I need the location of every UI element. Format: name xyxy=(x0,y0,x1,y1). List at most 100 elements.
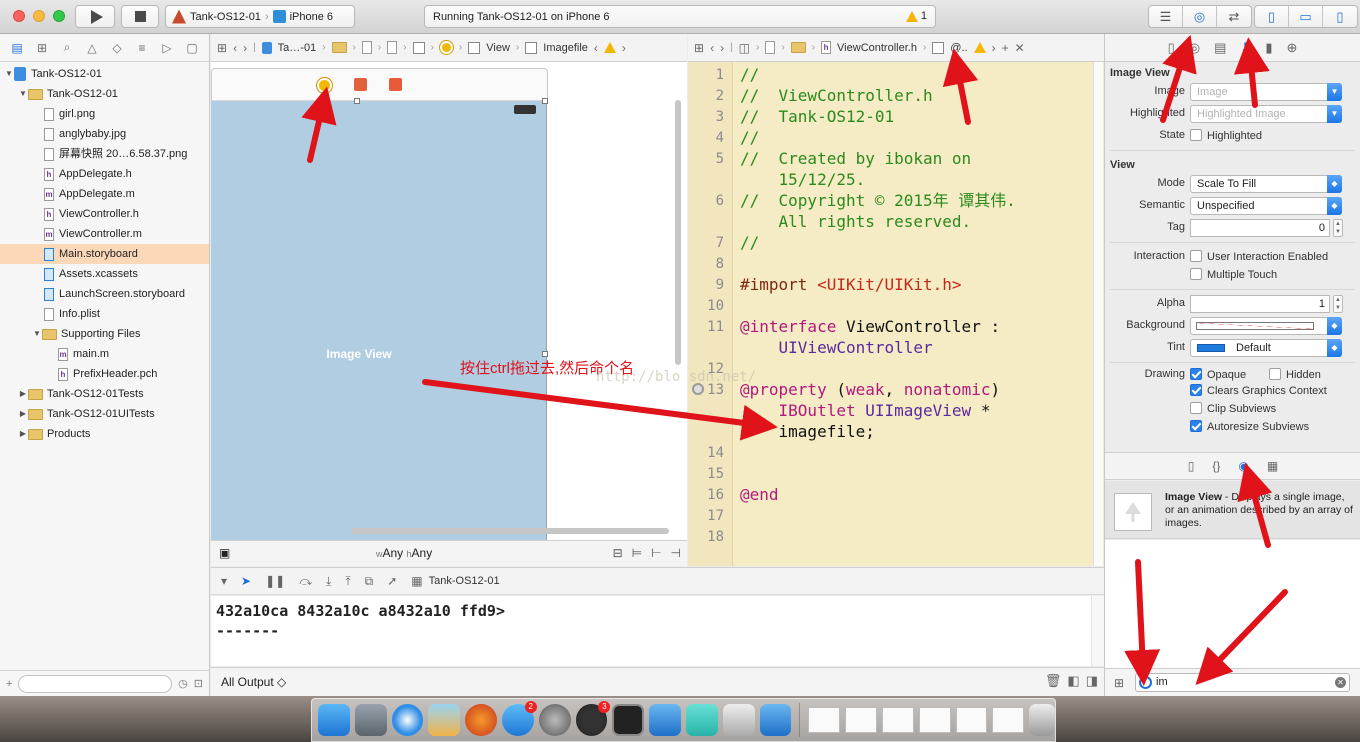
checkbox-icon[interactable] xyxy=(1269,368,1281,380)
multiple-touch-checkbox[interactable]: Multiple Touch xyxy=(1190,268,1277,281)
navigator-item[interactable]: ▼ Tank-OS12-01 xyxy=(0,84,209,104)
image-combobox[interactable]: Image ▼ xyxy=(1190,83,1342,101)
editor-scrollbar[interactable] xyxy=(1093,62,1103,566)
back-icon[interactable]: ‹ xyxy=(233,41,237,55)
opaque-checkbox[interactable]: Opaque xyxy=(1190,368,1246,381)
file-template-icon[interactable]: ▯ xyxy=(1188,459,1195,473)
alpha-field[interactable]: 1 xyxy=(1190,295,1330,313)
pin-icon[interactable]: ⊢ xyxy=(651,546,661,560)
state-highlighted-checkbox[interactable]: Highlighted xyxy=(1190,129,1262,142)
window-minimize-button[interactable] xyxy=(33,10,45,22)
assistant-editor-icon[interactable]: ◎ xyxy=(1183,6,1217,27)
attributes-inspector-icon[interactable]: ⬇ xyxy=(1240,40,1251,56)
navigator-item[interactable]: ▶ Tank-OS12-01Tests xyxy=(0,384,209,404)
recent-files-icon[interactable]: ◷ xyxy=(178,677,188,690)
checkbox-checked-icon[interactable] xyxy=(1190,368,1202,380)
minimized-window-icon[interactable] xyxy=(882,707,914,733)
canvas-vertical-scrollbar[interactable] xyxy=(675,100,681,365)
breakpoint-icon[interactable]: ▷ xyxy=(158,41,176,55)
breadcrumb-symbol[interactable]: @.. xyxy=(950,42,967,54)
add-icon[interactable]: + xyxy=(6,678,12,690)
navigator-item[interactable]: Info.plist xyxy=(0,304,209,324)
debug-toggle-icon[interactable]: ▭ xyxy=(1289,6,1323,27)
clip-subviews-checkbox[interactable]: Clip Subviews xyxy=(1190,402,1276,415)
add-editor-icon[interactable]: + xyxy=(1002,41,1009,55)
user-interaction-checkbox[interactable]: User Interaction Enabled xyxy=(1190,250,1328,263)
navigator-item[interactable]: anglybaby.jpg xyxy=(0,124,209,144)
resolve-issues-icon[interactable]: ⊣ xyxy=(671,546,681,560)
clears-graphics-checkbox[interactable]: Clears Graphics Context xyxy=(1190,384,1327,397)
outlet-connection-indicator[interactable] xyxy=(692,383,704,395)
utilities-toggle-icon[interactable]: ▯ xyxy=(1323,6,1357,27)
view-debugger-icon[interactable]: ⧉ xyxy=(365,574,374,589)
minimized-window-icon[interactable] xyxy=(808,707,841,733)
chevron-updown-icon[interactable]: ◆ xyxy=(1327,339,1342,357)
split-left-icon[interactable]: ◧ xyxy=(1067,673,1079,689)
back-icon[interactable]: ‹ xyxy=(710,41,714,55)
xcode-icon[interactable] xyxy=(649,704,681,736)
navigator-item[interactable]: m AppDelegate.m xyxy=(0,184,209,204)
qq-icon[interactable]: 3 xyxy=(575,701,611,736)
tag-field[interactable]: 0 xyxy=(1190,219,1330,237)
tint-color-well[interactable]: Default ◆ xyxy=(1190,339,1342,357)
chevron-updown-icon[interactable]: ◆ xyxy=(1327,175,1342,193)
quick-help-icon[interactable]: ◎ xyxy=(1189,40,1200,56)
image-view[interactable]: Image View xyxy=(211,98,548,540)
debug-target-label[interactable]: Tank-OS12-01 xyxy=(429,575,500,587)
tag-stepper[interactable]: ▲ ▼ xyxy=(1333,219,1343,237)
grid-view-icon[interactable]: ⊞ xyxy=(1114,676,1124,690)
view-controller-icon[interactable] xyxy=(317,78,332,93)
autoresize-checkbox[interactable]: Autoresize Subviews xyxy=(1190,420,1309,433)
navigator-toggle-icon[interactable]: ▯ xyxy=(1255,6,1289,27)
code-snippet-icon[interactable]: {} xyxy=(1212,459,1220,473)
scm-status-icon[interactable]: ⊡ xyxy=(194,677,203,690)
window-close-button[interactable] xyxy=(13,10,25,22)
run-button[interactable] xyxy=(75,5,115,28)
checkbox-icon[interactable] xyxy=(1190,402,1202,414)
split-right-icon[interactable]: ◨ xyxy=(1086,673,1098,689)
navigator-item[interactable]: Assets.xcassets xyxy=(0,264,209,284)
preview-icon[interactable] xyxy=(428,704,461,736)
navigator-item[interactable]: m ViewController.m xyxy=(0,224,209,244)
navigator-item[interactable]: Main.storyboard xyxy=(0,244,209,264)
view-controller-icon[interactable] xyxy=(439,41,453,54)
launchpad-icon[interactable] xyxy=(354,704,387,736)
breakpoints-toggle-icon[interactable]: ➤ xyxy=(241,574,251,588)
next-issue-icon[interactable]: › xyxy=(992,41,996,55)
first-responder-icon[interactable] xyxy=(354,78,367,91)
checkbox-checked-icon[interactable] xyxy=(1190,420,1202,432)
navigator-item[interactable]: ▼ Supporting Files xyxy=(0,324,209,344)
stack-icon[interactable]: ⊟ xyxy=(613,546,623,560)
breadcrumb-file[interactable]: ViewController.h xyxy=(837,42,917,54)
stop-button[interactable] xyxy=(121,5,159,28)
hidden-checkbox[interactable]: Hidden xyxy=(1269,368,1321,381)
close-icon[interactable]: ✕ xyxy=(1015,41,1025,55)
app-store-icon[interactable]: 2 xyxy=(501,701,537,736)
disclosure-triangle-icon[interactable]: ▶ xyxy=(18,424,28,444)
disclosure-triangle-icon[interactable]: ▼ xyxy=(4,64,14,84)
minimized-window-icon[interactable] xyxy=(955,707,988,733)
chevron-updown-icon[interactable]: ◆ xyxy=(1327,317,1342,335)
file-inspector-icon[interactable]: ▯ xyxy=(1168,40,1175,56)
folder-icon[interactable] xyxy=(790,42,806,53)
report-icon[interactable]: ▢ xyxy=(183,41,201,55)
next-issue-icon[interactable]: › xyxy=(622,41,626,55)
disclosure-triangle-icon[interactable]: ▼ xyxy=(18,84,28,104)
disclosure-triangle-icon[interactable]: ▼ xyxy=(32,324,42,344)
navigator-item[interactable]: m main.m xyxy=(0,344,209,364)
related-items-icon[interactable]: ⊞ xyxy=(217,41,227,55)
navigator-item[interactable]: h AppDelegate.h xyxy=(0,164,209,184)
symbol-icon[interactable]: ⊞ xyxy=(33,41,51,55)
checkbox-icon[interactable] xyxy=(1190,129,1202,141)
trash-icon[interactable]: 🗑 xyxy=(1045,673,1062,689)
standard-editor-icon[interactable]: ☰ xyxy=(1149,6,1183,27)
project-file-icon[interactable] xyxy=(765,41,776,54)
chevron-down-icon[interactable]: ▼ xyxy=(1327,83,1342,101)
folder-icon[interactable]: ▤ xyxy=(8,41,26,55)
navigator-item[interactable]: 屏幕快照 20…6.58.37.png xyxy=(0,144,209,164)
storyboard-base-icon[interactable] xyxy=(387,41,398,54)
align-icon[interactable]: ⊨ xyxy=(632,546,642,560)
previous-issue-icon[interactable]: ‹ xyxy=(594,41,598,55)
test-icon[interactable]: ◇ xyxy=(108,41,126,55)
disclosure-triangle-icon[interactable]: ▶ xyxy=(18,404,28,424)
